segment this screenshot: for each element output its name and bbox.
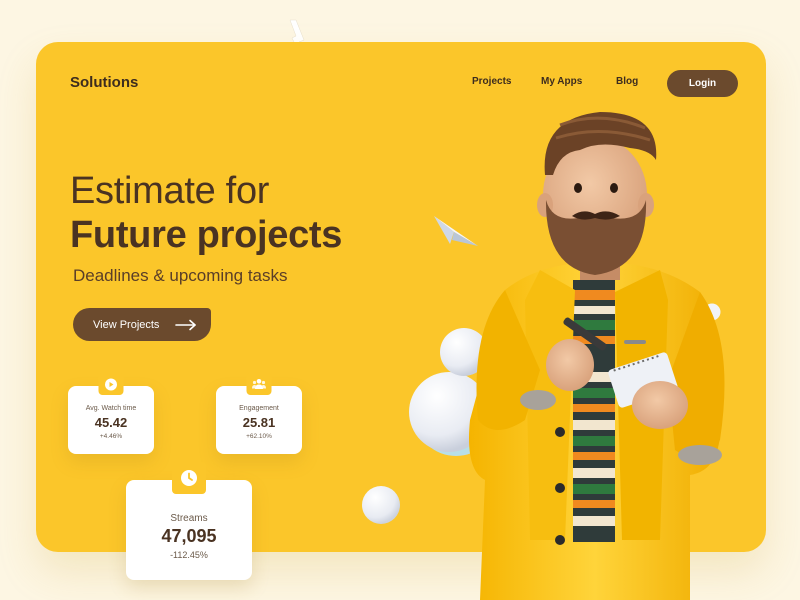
nav-link-blog[interactable]: Blog [616, 76, 638, 87]
stat-card-streams[interactable]: Streams 47,095 -112.45% [126, 462, 252, 580]
arrow-right-icon [175, 319, 196, 331]
stat-card-watch-time[interactable]: Avg. Watch time 45.42 +4.46% [68, 373, 154, 454]
stat-delta: +62.10% [246, 433, 272, 440]
users-icon [246, 373, 272, 395]
stat-value: 45.42 [94, 415, 128, 430]
stat-delta: +4.46% [99, 433, 123, 440]
sweater-stripes [573, 280, 615, 542]
brand-logo[interactable]: Solutions [70, 74, 138, 91]
login-button[interactable]: Login [667, 70, 738, 97]
view-projects-label: View Projects [93, 318, 160, 331]
sphere-decor-small [362, 486, 400, 524]
stat-label: Streams [170, 513, 208, 524]
stat-label: Avg. Watch time [85, 405, 137, 412]
clock-icon [172, 462, 206, 494]
stat-label: Engagement [239, 405, 279, 412]
nav-link-projects[interactable]: Projects [472, 76, 511, 87]
stat-card-engagement[interactable]: Engagement 25.81 +62.10% [216, 373, 302, 454]
play-icon [98, 373, 124, 395]
stat-value: 47,095 [161, 526, 217, 546]
view-projects-button[interactable]: View Projects [73, 308, 211, 341]
character-illustration [469, 112, 725, 600]
hero-title-light: Estimate for [70, 170, 270, 212]
hero-subtitle: Deadlines & upcoming tasks [73, 266, 288, 285]
stat-value: 25.81 [242, 415, 276, 430]
page: Solutions Projects My Apps Blog Login Es… [0, 0, 800, 600]
hero-title-bold: Future projects [70, 214, 343, 256]
nav-link-my-apps[interactable]: My Apps [541, 76, 582, 87]
stat-delta: -112.45% [170, 550, 208, 560]
